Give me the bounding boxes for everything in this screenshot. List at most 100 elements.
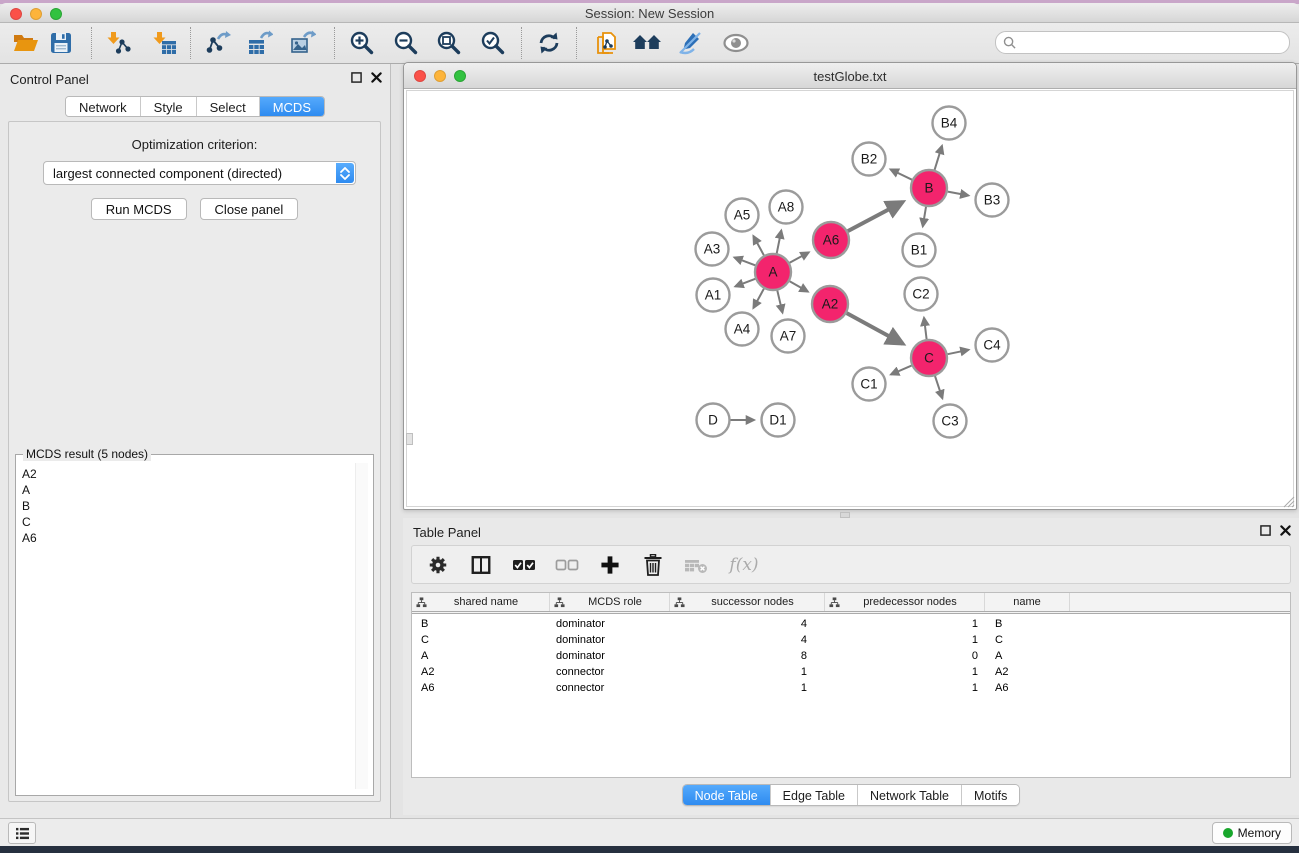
node-A8[interactable]: A8 (770, 191, 803, 224)
column-header-successor-nodes[interactable]: successor nodes (670, 593, 825, 611)
node-D[interactable]: D (697, 404, 730, 437)
close-panel-button[interactable]: Close panel (200, 198, 299, 220)
cell-predecessor_nodes[interactable]: 1 (825, 680, 985, 696)
cell-successor_nodes[interactable]: 1 (670, 664, 825, 680)
cell-successor_nodes[interactable]: 1 (670, 680, 825, 696)
node-A7[interactable]: A7 (772, 320, 805, 353)
edge-C-C1[interactable] (891, 366, 912, 375)
table-row[interactable]: A6connector11A6 (412, 680, 1290, 696)
import-network-icon[interactable] (100, 25, 138, 61)
edge-A-A2[interactable] (790, 281, 808, 291)
float-panel-icon[interactable] (351, 72, 362, 83)
search-field[interactable] (995, 31, 1290, 54)
export-image-icon[interactable] (284, 25, 322, 61)
node-C[interactable]: C (911, 340, 947, 376)
node-B[interactable]: B (911, 170, 947, 206)
zoom-out-icon[interactable] (387, 25, 425, 61)
edge-A-A7[interactable] (777, 291, 782, 313)
cell-name[interactable]: C (985, 632, 1070, 648)
save-session-icon[interactable] (42, 25, 80, 61)
cell-mcds_role[interactable]: dominator (550, 616, 670, 632)
network-graph[interactable]: AA1A2A3A4A5A6A7A8BB1B2B3B4CC1C2C3C4DD1 (407, 91, 1295, 509)
first-neighbors-icon[interactable] (628, 25, 666, 61)
tab-mcds[interactable]: MCDS (260, 97, 324, 116)
node-B3[interactable]: B3 (976, 184, 1009, 217)
node-B4[interactable]: B4 (933, 107, 966, 140)
cell-predecessor_nodes[interactable]: 1 (825, 664, 985, 680)
table-settings-gear-icon[interactable] (425, 552, 451, 578)
cell-successor_nodes[interactable]: 4 (670, 632, 825, 648)
cell-successor_nodes[interactable]: 4 (670, 616, 825, 632)
tab-node-table[interactable]: Node Table (683, 785, 771, 805)
node-A6[interactable]: A6 (813, 222, 849, 258)
tab-edge-table[interactable]: Edge Table (771, 785, 858, 805)
node-C3[interactable]: C3 (934, 405, 967, 438)
edge-B-B1[interactable] (923, 207, 926, 227)
cell-shared_name[interactable]: C (412, 632, 550, 648)
close-panel-icon[interactable] (371, 72, 382, 83)
edge-A6-B[interactable] (848, 202, 903, 231)
open-file-icon[interactable] (7, 25, 45, 61)
hide-graphics-icon[interactable] (671, 25, 709, 61)
edge-B-B3[interactable] (948, 192, 969, 196)
node-C4[interactable]: C4 (976, 329, 1009, 362)
column-header-shared-name[interactable]: shared name (412, 593, 550, 611)
cell-mcds_role[interactable]: dominator (550, 648, 670, 664)
show-panels-list-button[interactable] (8, 822, 36, 844)
criterion-dropdown[interactable]: largest connected component (directed) (43, 161, 356, 185)
edge-C-C2[interactable] (924, 318, 927, 339)
tab-network[interactable]: Network (66, 97, 141, 116)
node-C1[interactable]: C1 (853, 368, 886, 401)
edge-A-A5[interactable] (753, 236, 764, 255)
table-row[interactable]: Bdominator41B (412, 616, 1290, 632)
node-A5[interactable]: A5 (726, 199, 759, 232)
tab-style[interactable]: Style (141, 97, 197, 116)
column-header-name[interactable]: name (985, 593, 1070, 611)
mcds-result-item[interactable]: A6 (22, 530, 366, 546)
float-table-panel-icon[interactable] (1260, 525, 1271, 536)
node-D1[interactable]: D1 (762, 404, 795, 437)
cell-shared_name[interactable]: A2 (412, 664, 550, 680)
tab-network-table[interactable]: Network Table (858, 785, 962, 805)
table-row[interactable]: A2connector11A2 (412, 664, 1290, 680)
zoom-selected-icon[interactable] (474, 25, 512, 61)
cell-name[interactable]: A6 (985, 680, 1070, 696)
cell-name[interactable]: B (985, 616, 1070, 632)
mcds-result-item[interactable]: A (22, 482, 366, 498)
cell-predecessor_nodes[interactable]: 0 (825, 648, 985, 664)
memory-button[interactable]: Memory (1212, 822, 1292, 844)
table-row[interactable]: Cdominator41C (412, 632, 1290, 648)
tab-select[interactable]: Select (197, 97, 260, 116)
mcds-result-item[interactable]: C (22, 514, 366, 530)
mcds-result-scrollbar[interactable] (355, 463, 368, 789)
cell-shared_name[interactable]: B (412, 616, 550, 632)
cell-predecessor_nodes[interactable]: 1 (825, 632, 985, 648)
apply-layout-icon[interactable] (530, 25, 568, 61)
node-B1[interactable]: B1 (903, 234, 936, 267)
clone-network-icon[interactable] (588, 25, 626, 61)
edge-B-B2[interactable] (891, 169, 912, 179)
node-A2[interactable]: A2 (812, 286, 848, 322)
node-B2[interactable]: B2 (853, 143, 886, 176)
node-A[interactable]: A (755, 254, 791, 290)
show-columns-icon[interactable] (468, 552, 494, 578)
network-window-titlebar[interactable]: testGlobe.txt (404, 63, 1296, 89)
edge-C-C4[interactable] (948, 350, 969, 354)
import-table-icon[interactable] (146, 25, 184, 61)
select-all-icon[interactable] (511, 552, 537, 578)
tab-motifs[interactable]: Motifs (962, 785, 1019, 805)
column-header-predecessor-nodes[interactable]: predecessor nodes (825, 593, 985, 611)
edge-A2-C[interactable] (847, 313, 903, 344)
edge-B-B4[interactable] (935, 146, 942, 170)
delete-column-trash-icon[interactable] (640, 552, 666, 578)
cell-mcds_role[interactable]: dominator (550, 632, 670, 648)
edge-A-A3[interactable] (734, 257, 755, 265)
mcds-result-list[interactable]: A2ABCA6 (17, 456, 372, 794)
cell-shared_name[interactable]: A (412, 648, 550, 664)
create-column-plus-icon[interactable] (597, 552, 623, 578)
mcds-result-item[interactable]: B (22, 498, 366, 514)
node-A4[interactable]: A4 (726, 313, 759, 346)
edge-A-A8[interactable] (777, 230, 782, 253)
mcds-result-item[interactable]: A2 (22, 466, 366, 482)
node-C2[interactable]: C2 (905, 278, 938, 311)
